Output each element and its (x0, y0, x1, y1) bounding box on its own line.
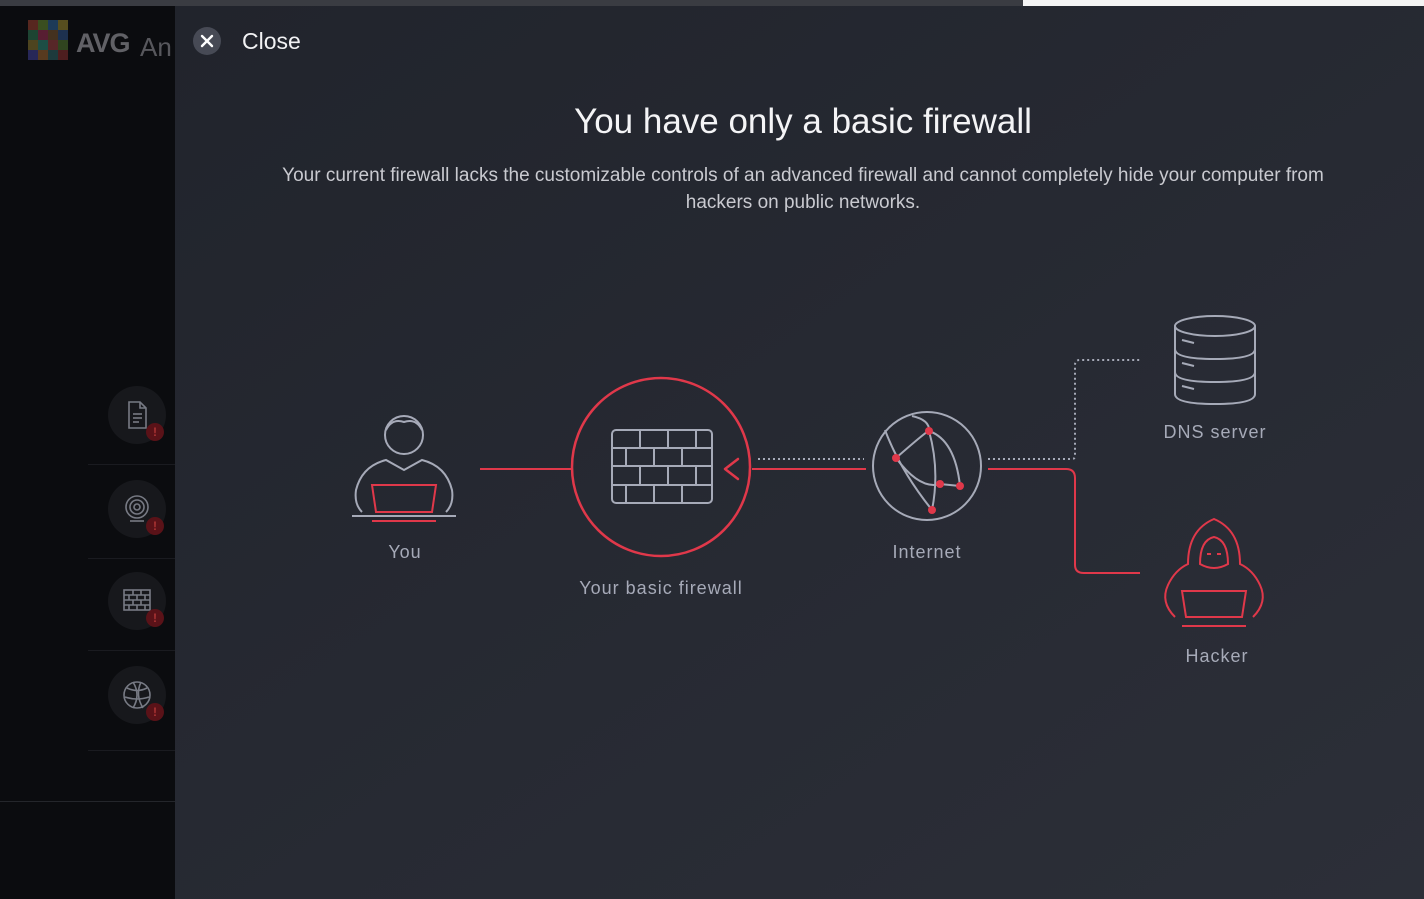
label-hacker: Hacker (1185, 646, 1249, 666)
firewall-info-overlay: Close You have only a basic firewall You… (175, 6, 1424, 899)
sidebar-divider (0, 801, 175, 802)
app-logo-text: AVG (76, 28, 131, 58)
app-logo: AVG An (28, 18, 178, 68)
app-name-cropped: An (140, 32, 172, 62)
database-icon (1174, 315, 1256, 406)
user-icon (352, 415, 456, 517)
label-firewall: Your basic firewall (579, 578, 743, 598)
sidebar-item-privacy[interactable]: ! (88, 652, 175, 751)
internet-to-hacker-line (988, 468, 1140, 574)
label-you: You (388, 542, 422, 562)
label-internet: Internet (892, 542, 962, 562)
alert-badge: ! (146, 423, 164, 441)
app-sidebar: AVG An ! ! ! ! (0, 6, 175, 899)
avg-logo-icon (28, 20, 68, 60)
hacker-icon (1164, 517, 1264, 627)
network-nodes (892, 427, 964, 514)
network-diagram (352, 315, 1264, 627)
brick-wall-icon (611, 429, 713, 504)
dotted-line-dns (988, 359, 1140, 460)
alert-badge: ! (146, 517, 164, 535)
alert-badge: ! (146, 703, 164, 721)
sidebar-item-firewall[interactable]: ! (88, 558, 175, 651)
label-dns-server: DNS server (1163, 422, 1267, 442)
sidebar-item-web[interactable]: ! (88, 466, 175, 559)
alert-badge: ! (146, 609, 164, 627)
sidebar-item-computer[interactable]: ! (88, 372, 175, 465)
arrow-head-icon (723, 457, 740, 481)
